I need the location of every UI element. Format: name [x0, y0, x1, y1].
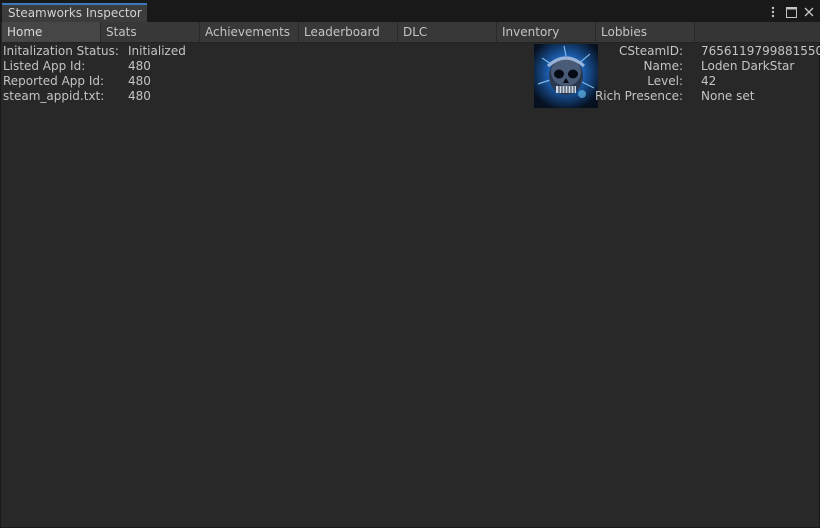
tab-lobbies[interactable]: Lobbies [596, 22, 695, 42]
inspector-tabbar: Home Stats Achievements Leaderboard DLC … [2, 22, 820, 43]
listed-app-id-label: Listed App Id: [3, 59, 86, 73]
window-title-tab[interactable]: Steamworks Inspector [2, 3, 147, 22]
tabbar-filler [695, 22, 820, 42]
tab-dlc[interactable]: DLC [398, 22, 497, 42]
steamworks-inspector-window: Steamworks Inspector Home Stats Achievem… [0, 0, 820, 528]
name-value: Loden DarkStar [701, 59, 795, 73]
init-status-value: Initialized [128, 44, 186, 58]
tab-home[interactable]: Home [2, 22, 101, 42]
tab-leaderboard[interactable]: Leaderboard [299, 22, 398, 42]
reported-app-id-value: 480 [128, 74, 151, 88]
name-label: Name: [643, 59, 683, 73]
level-label: Level: [647, 74, 683, 88]
appid-txt-label: steam_appid.txt: [3, 89, 105, 103]
listed-app-id-value: 480 [128, 59, 151, 73]
level-value: 42 [701, 74, 717, 88]
window-controls [767, 4, 815, 20]
rich-presence-value: None set [701, 89, 755, 103]
maximize-icon[interactable] [785, 5, 797, 19]
rich-presence-label: Rich Presence: [594, 89, 683, 103]
appid-txt-value: 480 [128, 89, 151, 103]
init-status-label: Initalization Status: [3, 44, 119, 58]
reported-app-id-label: Reported App Id: [3, 74, 105, 88]
tab-inventory[interactable]: Inventory [497, 22, 596, 42]
csteamid-value: 76561197998815506 [701, 44, 820, 58]
csteamid-label: CSteamID: [619, 44, 683, 58]
tab-stats[interactable]: Stats [101, 22, 200, 42]
more-options-icon[interactable] [767, 5, 779, 19]
window-titlebar: Steamworks Inspector [1, 1, 819, 22]
close-icon[interactable] [803, 5, 815, 19]
tab-achievements[interactable]: Achievements [200, 22, 299, 42]
